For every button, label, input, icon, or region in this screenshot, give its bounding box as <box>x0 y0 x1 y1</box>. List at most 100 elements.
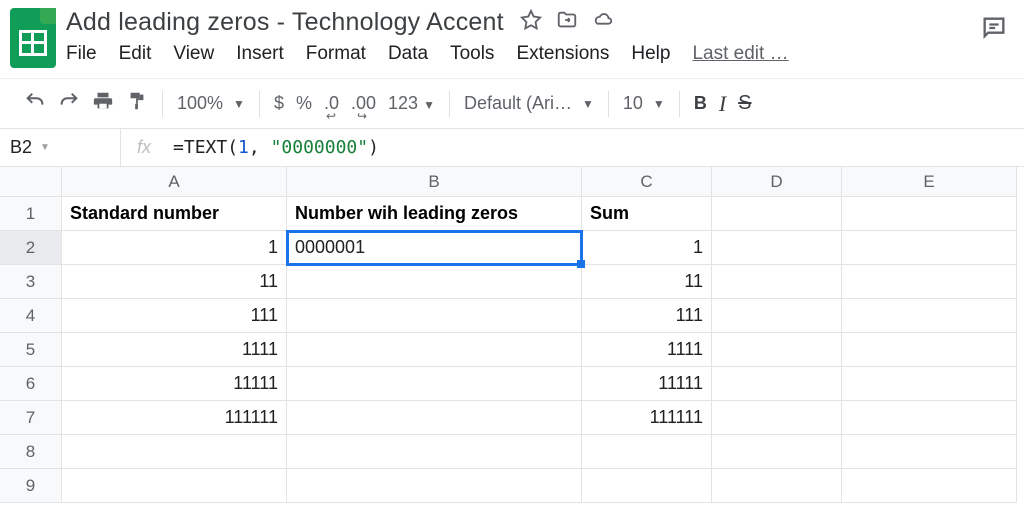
cell[interactable]: 11 <box>62 265 287 299</box>
cell[interactable]: 111 <box>582 299 712 333</box>
cell[interactable]: 1 <box>582 231 712 265</box>
more-formats-button[interactable]: 123 ▼ <box>388 93 435 114</box>
menu-extensions[interactable]: Extensions <box>516 43 609 65</box>
row-header[interactable]: 8 <box>0 435 62 469</box>
row-header[interactable]: 7 <box>0 401 62 435</box>
menu-insert[interactable]: Insert <box>236 43 284 65</box>
cell[interactable] <box>842 299 1017 333</box>
cell[interactable]: Sum <box>582 197 712 231</box>
cell[interactable] <box>287 265 582 299</box>
cell[interactable]: 1 <box>62 231 287 265</box>
cell[interactable] <box>712 265 842 299</box>
row-header[interactable]: 5 <box>0 333 62 367</box>
strikethrough-button[interactable]: S <box>738 92 751 115</box>
comment-history-icon[interactable] <box>980 8 1008 47</box>
cell[interactable] <box>842 435 1017 469</box>
col-header-D[interactable]: D <box>712 167 842 197</box>
select-all-cell[interactable] <box>0 167 62 197</box>
font-family-select[interactable]: Default (Ari… <box>464 93 572 114</box>
name-box[interactable]: B2 <box>10 137 32 158</box>
cell[interactable] <box>62 435 287 469</box>
row-header[interactable]: 2 <box>0 231 62 265</box>
undo-icon[interactable] <box>24 90 46 117</box>
cell[interactable] <box>712 469 842 503</box>
menu-data[interactable]: Data <box>388 43 428 65</box>
cell[interactable] <box>712 333 842 367</box>
cell[interactable] <box>842 367 1017 401</box>
cell[interactable]: Number wih leading zeros <box>287 197 582 231</box>
cell[interactable] <box>287 367 582 401</box>
font-size-input[interactable]: 10 <box>623 93 643 114</box>
cell[interactable]: Standard number <box>62 197 287 231</box>
cell[interactable]: 111111 <box>582 401 712 435</box>
font-family-dropdown-icon[interactable]: ▼ <box>582 97 594 111</box>
cell[interactable] <box>842 333 1017 367</box>
row-header[interactable]: 9 <box>0 469 62 503</box>
menu-file[interactable]: File <box>66 43 97 65</box>
decrease-decimal-button[interactable]: .0↩ <box>324 93 339 114</box>
menu-edit[interactable]: Edit <box>119 43 152 65</box>
cell[interactable]: 11 <box>582 265 712 299</box>
col-header-E[interactable]: E <box>842 167 1017 197</box>
cell[interactable] <box>287 299 582 333</box>
cell[interactable] <box>287 435 582 469</box>
formula-bar-row: B2 ▼ fx =TEXT(1, "0000000") <box>0 129 1024 167</box>
zoom-level[interactable]: 100% <box>177 93 223 114</box>
cell[interactable] <box>582 435 712 469</box>
cell[interactable] <box>287 333 582 367</box>
cell[interactable] <box>287 401 582 435</box>
cell[interactable] <box>842 197 1017 231</box>
cell-selected[interactable]: 0000001 <box>287 231 582 265</box>
cell[interactable] <box>842 265 1017 299</box>
font-size-dropdown-icon[interactable]: ▼ <box>653 97 665 111</box>
format-currency-button[interactable]: $ <box>274 93 284 114</box>
menu-tools[interactable]: Tools <box>450 43 494 65</box>
row-header[interactable]: 4 <box>0 299 62 333</box>
cloud-status-icon[interactable] <box>592 9 614 37</box>
increase-decimal-button[interactable]: .00↪ <box>351 93 376 114</box>
last-edit-link[interactable]: Last edit … <box>692 43 788 65</box>
cell[interactable]: 1111 <box>62 333 287 367</box>
print-icon[interactable] <box>92 90 114 117</box>
cell[interactable]: 111 <box>62 299 287 333</box>
menu-view[interactable]: View <box>173 43 214 65</box>
redo-icon[interactable] <box>58 90 80 117</box>
zoom-dropdown-icon[interactable]: ▼ <box>233 97 245 111</box>
cell[interactable] <box>842 231 1017 265</box>
cell[interactable] <box>712 299 842 333</box>
paint-format-icon[interactable] <box>126 90 148 117</box>
cell[interactable] <box>582 469 712 503</box>
move-folder-icon[interactable] <box>556 9 578 37</box>
cell[interactable] <box>842 401 1017 435</box>
star-icon[interactable] <box>520 9 542 37</box>
cell[interactable] <box>712 197 842 231</box>
cell[interactable] <box>712 401 842 435</box>
name-box-dropdown-icon[interactable]: ▼ <box>40 142 50 153</box>
cell[interactable]: 111111 <box>62 401 287 435</box>
italic-button[interactable]: I <box>719 91 726 117</box>
cell[interactable] <box>712 367 842 401</box>
formula-bar[interactable]: =TEXT(1, "0000000") <box>167 137 379 158</box>
col-header-C[interactable]: C <box>582 167 712 197</box>
cell[interactable] <box>712 435 842 469</box>
bold-button[interactable]: B <box>694 93 707 114</box>
cell[interactable]: 11111 <box>62 367 287 401</box>
document-title[interactable]: Add leading zeros - Technology Accent <box>66 8 504 37</box>
cell[interactable] <box>712 231 842 265</box>
row-header[interactable]: 6 <box>0 367 62 401</box>
menu-format[interactable]: Format <box>306 43 366 65</box>
row-header[interactable]: 1 <box>0 197 62 231</box>
cell[interactable] <box>62 469 287 503</box>
row-header[interactable]: 3 <box>0 265 62 299</box>
cell[interactable] <box>842 469 1017 503</box>
col-header-B[interactable]: B <box>287 167 582 197</box>
title-bar: Add leading zeros - Technology Accent Fi… <box>0 0 1024 68</box>
cell[interactable]: 11111 <box>582 367 712 401</box>
format-percent-button[interactable]: % <box>296 93 312 114</box>
col-header-A[interactable]: A <box>62 167 287 197</box>
cell[interactable] <box>287 469 582 503</box>
cell[interactable]: 1111 <box>582 333 712 367</box>
menu-help[interactable]: Help <box>631 43 670 65</box>
spreadsheet-grid[interactable]: A B C D E 1 Standard number Number wih l… <box>0 167 1024 503</box>
sheets-logo-icon[interactable] <box>10 8 56 68</box>
